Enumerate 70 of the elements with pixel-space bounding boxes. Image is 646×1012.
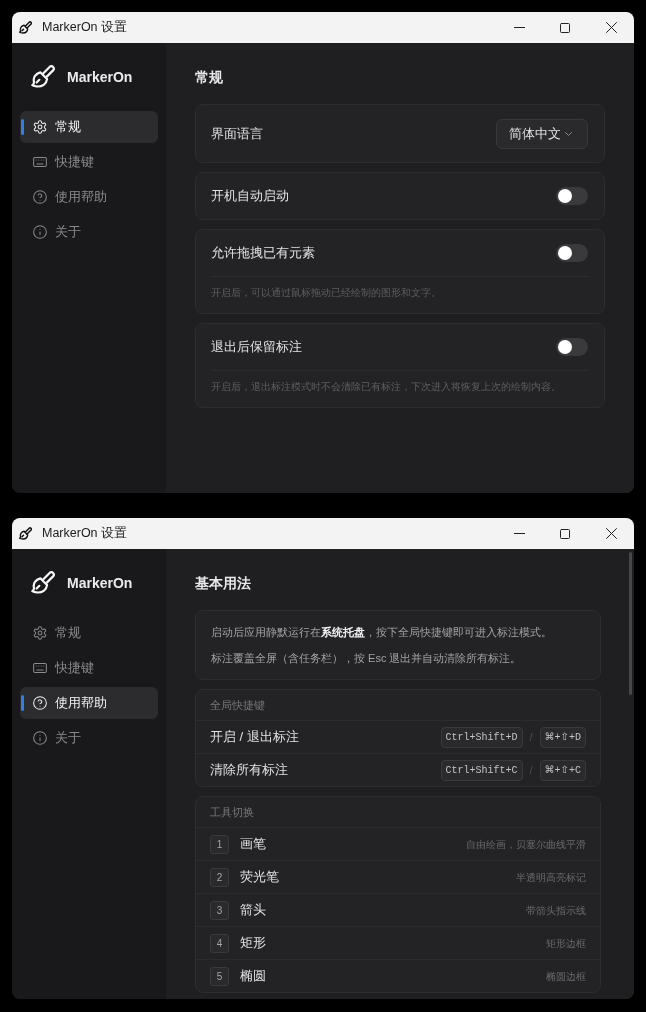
key-combo: Ctrl+Shift+D	[440, 726, 523, 748]
window-title: MarkerOn 设置	[42, 525, 128, 543]
key-separator: /	[529, 729, 533, 745]
maximize-icon	[560, 22, 570, 33]
setting-label: 允许拖拽已有元素	[211, 244, 315, 263]
toggle-switch[interactable]	[556, 244, 588, 262]
card-header: 工具切换	[209, 804, 255, 820]
app-name: MarkerOn	[67, 67, 133, 87]
tool-number: 3	[210, 900, 229, 920]
key-combo: ⌘+⇧+C	[539, 759, 586, 781]
nav-item[interactable]: 快捷键	[20, 146, 158, 178]
intro-text: 标注覆盖全屏（含任务栏），按 Esc 退出并自动清除所有标注。	[211, 651, 523, 666]
close-icon	[605, 528, 617, 539]
gear-icon	[33, 626, 47, 640]
shortcut-label: 开启 / 退出标注	[210, 728, 299, 747]
tool-number: 4	[210, 933, 229, 953]
minimize-icon	[513, 27, 525, 28]
brush-icon	[19, 527, 32, 540]
keyboard-icon	[33, 155, 47, 169]
section-heading: 基本用法	[195, 574, 252, 593]
nav-item[interactable]: 关于	[20, 216, 158, 248]
nav-item[interactable]: 使用帮助	[20, 181, 158, 213]
tool-name: 画笔	[240, 835, 266, 854]
key-combo: ⌘+⇧+D	[539, 726, 586, 748]
nav-item[interactable]: 常规	[20, 617, 158, 649]
tool-description: 带箭头指示线	[526, 903, 586, 918]
question-circle-icon	[33, 190, 47, 204]
nav-item[interactable]: 关于	[20, 722, 158, 754]
nav-item[interactable]: 快捷键	[20, 652, 158, 684]
toggle-switch[interactable]	[556, 187, 588, 205]
section-heading: 常规	[195, 68, 224, 87]
intro-text: 启动后应用静默运行在系统托盘，按下全局快捷键即可进入标注模式。	[211, 625, 553, 640]
minimize-icon	[513, 533, 525, 534]
maximize-icon	[560, 528, 570, 539]
tool-number: 2	[210, 867, 229, 887]
keyboard-icon	[33, 661, 47, 675]
gear-icon	[33, 120, 47, 134]
brush-icon	[19, 21, 32, 34]
setting-label: 开机自动启动	[211, 187, 289, 206]
shortcut-label: 清除所有标注	[210, 761, 288, 780]
selection-indicator	[21, 695, 24, 711]
setting-label: 界面语言	[211, 124, 263, 143]
nav-item[interactable]: 使用帮助	[20, 687, 158, 719]
card-header: 全局快捷键	[209, 697, 266, 713]
brush-icon	[31, 65, 55, 88]
nav-item[interactable]: 常规	[20, 111, 158, 143]
tool-number: 5	[210, 966, 229, 986]
info-icon	[33, 225, 47, 239]
tool-name: 椭圆	[240, 967, 266, 986]
question-circle-icon	[33, 696, 47, 710]
scrollbar-thumb[interactable]	[629, 552, 632, 695]
language-dropdown[interactable]: 简体中文	[496, 118, 588, 149]
key-combo: Ctrl+Shift+C	[440, 759, 523, 781]
tool-description: 椭圆边框	[546, 969, 586, 984]
tool-name: 荧光笔	[240, 868, 279, 887]
toggle-switch[interactable]	[556, 338, 588, 356]
tool-description: 半透明高亮标记	[516, 870, 586, 885]
setting-label: 退出后保留标注	[211, 338, 302, 357]
tool-number: 1	[210, 834, 229, 854]
info-icon	[33, 731, 47, 745]
tool-name: 矩形	[240, 934, 266, 953]
app-name: MarkerOn	[67, 573, 133, 593]
key-separator: /	[529, 762, 533, 778]
brush-icon	[31, 571, 55, 594]
window-title: MarkerOn 设置	[42, 19, 128, 37]
close-icon	[605, 22, 617, 33]
tool-description: 矩形边框	[546, 936, 586, 951]
tool-name: 箭头	[240, 901, 266, 920]
chevron-down-icon	[565, 131, 572, 136]
selection-indicator	[21, 119, 24, 135]
